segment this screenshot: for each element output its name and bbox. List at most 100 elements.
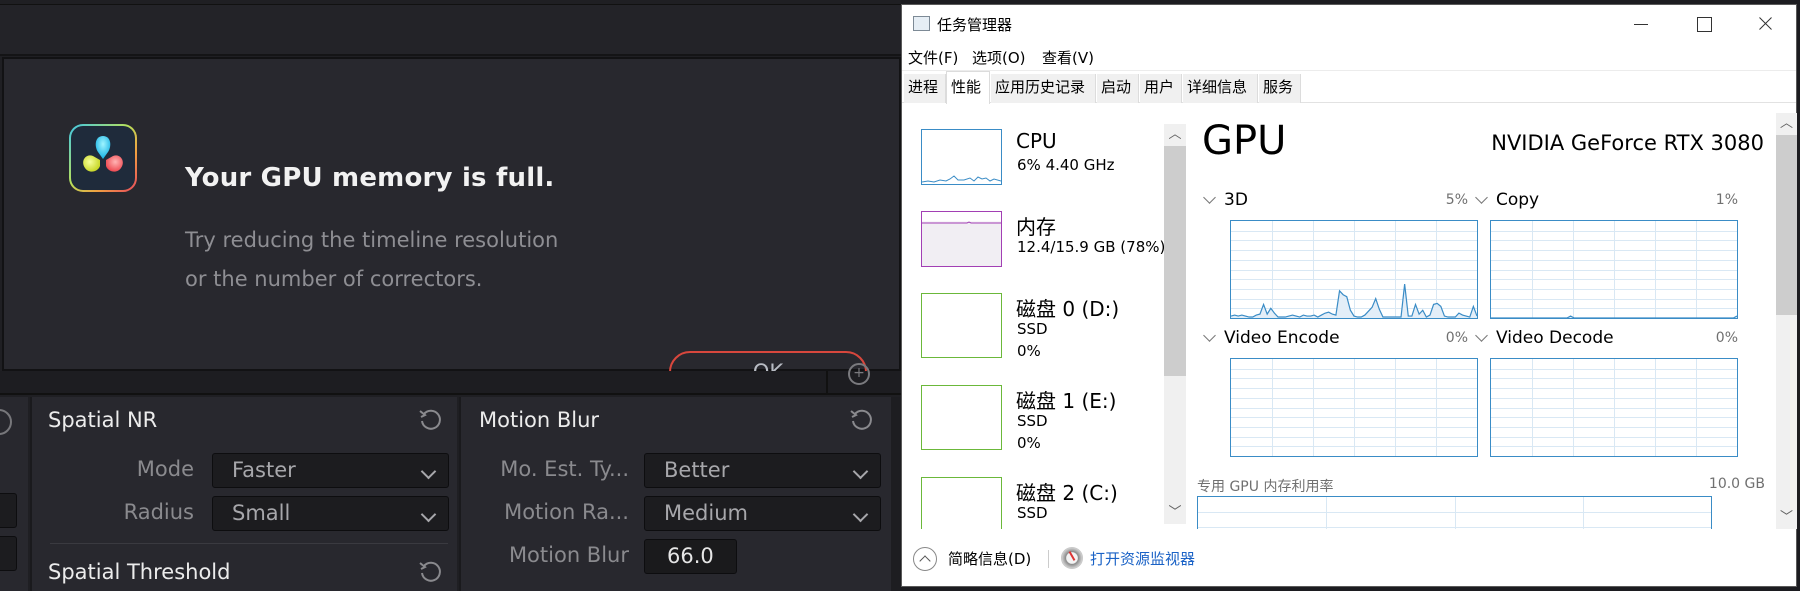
memory-usage: 12.4/15.9 GB (78%) (1017, 238, 1166, 256)
add-icon[interactable]: + (848, 363, 870, 385)
cpu-usage: 6% 4.40 GHz (1017, 156, 1115, 174)
tab-bar: 进程 性能 应用历史记录 启动 用户 详细信息 服务 (902, 71, 1796, 104)
chevron-down-icon (1203, 191, 1216, 204)
engine-video-encode-label[interactable]: Video Encode (1201, 328, 1340, 348)
resource-item-memory[interactable]: 内存 12.4/15.9 GB (78%) (902, 211, 1166, 295)
engine-video-encode-name: Video Encode (1224, 328, 1340, 348)
engine-copy-label[interactable]: Copy (1473, 190, 1539, 210)
field-stub[interactable] (0, 493, 17, 528)
close-button[interactable] (1734, 5, 1796, 43)
gdec-svg (1491, 359, 1737, 456)
engine-copy-percent: 1% (1715, 192, 1738, 208)
tab-users[interactable]: 用户 (1140, 74, 1182, 103)
resource-item-cpu[interactable]: CPU 6% 4.40 GHz (902, 129, 1162, 213)
resource-list: CPU 6% 4.40 GHz 内存 12.4/15.9 GB (78%) 磁盘… (902, 104, 1186, 529)
maximize-button[interactable] (1672, 5, 1734, 43)
engine-3d-percent: 5% (1445, 192, 1468, 208)
engine-3d-graph (1230, 220, 1478, 319)
scrollbar-thumb[interactable] (1164, 146, 1186, 376)
radius-label: Radius (123, 500, 194, 524)
chevron-down-icon (1203, 329, 1216, 342)
dedicated-memory-label: 专用 GPU 内存利用率 (1197, 479, 1334, 495)
motion-blur-label: Motion Blur (508, 543, 629, 567)
reset-icon[interactable] (418, 406, 444, 432)
detail-scrollbar[interactable]: ︿ ﹀ (1776, 113, 1797, 529)
disk0-thumbnail-graph (921, 293, 1002, 358)
resolve-window: Your GPU memory is full. Try reducing th… (0, 0, 901, 591)
motion-est-type-value: Better (664, 458, 730, 482)
reset-icon[interactable] (0, 409, 12, 435)
motion-range-dropdown[interactable]: Medium (644, 496, 881, 531)
tab-performance[interactable]: 性能 (946, 71, 990, 104)
disk1-name: 磁盘 1 (E:) (1016, 389, 1117, 413)
scrollbar-thumb[interactable] (1776, 135, 1797, 315)
tab-app-history[interactable]: 应用历史记录 (991, 74, 1096, 103)
scroll-up-icon[interactable]: ︿ (1164, 124, 1186, 146)
engine-video-decode-label[interactable]: Video Decode (1473, 328, 1614, 348)
resource-list-scrollbar[interactable]: ︿ ﹀ (1164, 124, 1186, 524)
resource-monitor-icon[interactable] (1061, 547, 1083, 569)
menu-view[interactable]: 查看(V) (1042, 47, 1094, 68)
menu-bar: 文件(F) 选项(O) 查看(V) (902, 43, 1796, 71)
tab-startup[interactable]: 启动 (1097, 74, 1139, 103)
menu-options[interactable]: 选项(O) (972, 47, 1026, 68)
task-manager-app-icon (913, 16, 930, 31)
engine-3d-label[interactable]: 3D (1201, 190, 1248, 210)
footer: 简略信息(D) 打开资源监视器 (902, 532, 1796, 588)
dialog-message-line1: Try reducing the timeline resolution (185, 228, 559, 252)
panel-edge (891, 397, 901, 591)
motion-range-label: Motion Ra... (504, 500, 629, 524)
genc-svg (1231, 359, 1477, 456)
cpu-name: CPU (1016, 129, 1057, 153)
disk0-name: 磁盘 0 (D:) (1016, 297, 1120, 321)
disk2-name: 磁盘 2 (C:) (1016, 481, 1118, 505)
chevron-down-icon (1475, 191, 1488, 204)
spatial-nr-panel: Spatial NR Mode Faster Radius Small Spat… (30, 397, 457, 591)
engine-video-encode-percent: 0% (1445, 330, 1468, 346)
motion-blur-input[interactable]: 66.0 (644, 539, 737, 574)
engine-video-encode-graph (1230, 358, 1478, 457)
disk1-type: SSD (1017, 412, 1048, 430)
motion-est-type-label: Mo. Est. Ty... (500, 457, 629, 481)
radius-dropdown[interactable]: Small (212, 496, 449, 531)
engine-video-decode-graph (1490, 358, 1738, 457)
resource-item-disk2[interactable]: 磁盘 2 (C:) SSD (902, 477, 1162, 529)
minimize-button[interactable] (1610, 5, 1672, 43)
field-stub[interactable] (0, 536, 17, 571)
dedicated-memory-graph (1197, 496, 1712, 529)
dialog-title: Your GPU memory is full. (185, 163, 555, 193)
reset-icon[interactable] (849, 406, 875, 432)
menu-file[interactable]: 文件(F) (908, 47, 958, 68)
chevron-down-icon (420, 463, 437, 480)
motion-est-type-dropdown[interactable]: Better (644, 453, 881, 488)
open-resource-monitor-link[interactable]: 打开资源监视器 (1090, 548, 1195, 569)
disk2-thumbnail-graph (921, 477, 1002, 529)
scroll-down-icon[interactable]: ﹀ (1776, 507, 1797, 529)
collapse-chevron-icon[interactable] (913, 547, 937, 571)
resource-item-disk1[interactable]: 磁盘 1 (E:) SSD 0% (902, 385, 1162, 469)
fewer-details-link[interactable]: 简略信息(D) (948, 548, 1031, 569)
gpu-heading: GPU (1202, 118, 1287, 164)
tab-processes[interactable]: 进程 (904, 74, 946, 103)
gmem-svg (1198, 497, 1711, 529)
gpu-detail-panel: GPU NVIDIA GeForce RTX 3080 3D 5% Copy 1… (1192, 104, 1776, 529)
resource-item-disk0[interactable]: 磁盘 0 (D:) SSD 0% (902, 293, 1162, 377)
reset-icon[interactable] (418, 558, 444, 584)
title-bar: 任务管理器 (902, 5, 1796, 43)
engine-video-decode-name: Video Decode (1496, 328, 1614, 348)
chevron-down-icon (420, 506, 437, 523)
dialog-message-line2: or the number of correctors. (185, 267, 483, 291)
scroll-up-icon[interactable]: ︿ (1776, 113, 1797, 135)
mode-dropdown[interactable]: Faster (212, 453, 449, 488)
tab-details[interactable]: 详细信息 (1183, 74, 1258, 103)
gcopy-svg (1491, 221, 1737, 318)
spatial-threshold-title: Spatial Threshold (48, 560, 231, 584)
tab-services[interactable]: 服务 (1259, 74, 1301, 103)
mode-value: Faster (232, 458, 296, 482)
divider (50, 543, 448, 544)
davinci-resolve-logo-icon (69, 124, 137, 192)
disk1-usage: 0% (1017, 434, 1041, 452)
dedicated-memory-max: 10.0 GB (1708, 476, 1765, 492)
node-toolbar-strip: + (0, 363, 901, 395)
scroll-down-icon[interactable]: ﹀ (1164, 502, 1186, 524)
